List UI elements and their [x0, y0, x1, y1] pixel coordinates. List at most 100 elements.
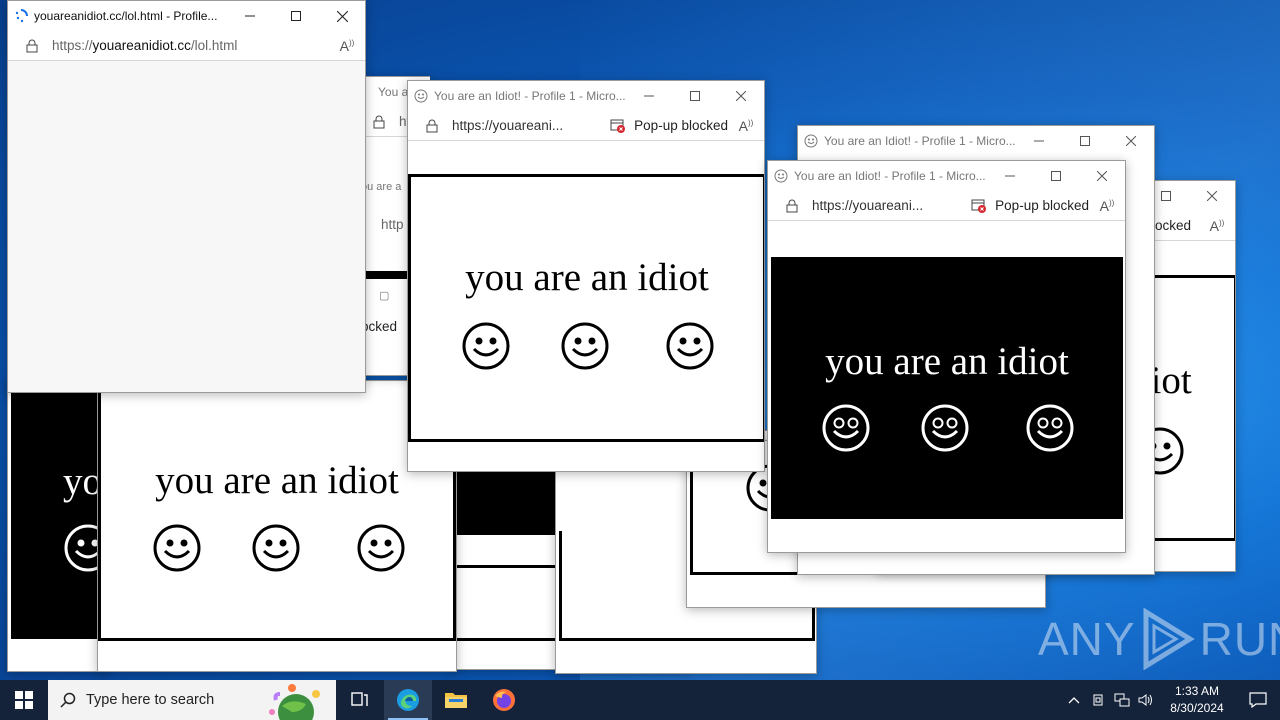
play-logo-icon: [1143, 608, 1195, 670]
popup-window-center[interactable]: You are an Idiot! - Profile 1 - Micro...…: [407, 80, 765, 472]
taskbar-edge-button[interactable]: [384, 680, 432, 720]
close-button[interactable]: [319, 1, 365, 31]
taskbar-search-box[interactable]: Type here to search: [48, 680, 336, 720]
title-bar[interactable]: You are an Idiot! - Profile 1 - Micro...: [798, 126, 1154, 156]
smiley-favicon-icon: [774, 169, 788, 183]
frame-fragment: [454, 565, 560, 641]
windows-logo-icon: [15, 691, 33, 709]
lock-icon: [786, 199, 798, 212]
network-icon: [1114, 693, 1130, 707]
read-aloud-icon[interactable]: A)): [728, 118, 764, 134]
folder-icon: [445, 693, 467, 708]
maximize-button[interactable]: [273, 1, 319, 31]
smiley-icon: [561, 322, 609, 370]
message-text: you are an idiot: [155, 459, 399, 502]
smiley-icon: [252, 524, 300, 572]
minimize-button[interactable]: [227, 1, 273, 31]
message-frame: you are an idiot: [408, 174, 764, 442]
popup-blocked-icon: [610, 119, 626, 133]
url-text: https://youareani...: [812, 198, 924, 213]
smiley-icon: [153, 524, 201, 572]
popup-blocked-icon: [971, 199, 987, 213]
maximize-button[interactable]: [1062, 126, 1108, 156]
close-button[interactable]: [1108, 126, 1154, 156]
lock-icon: [373, 115, 385, 128]
network-button[interactable]: [1110, 680, 1134, 720]
address-bar[interactable]: https://youareanidiot.cc/lol.html A)): [8, 31, 365, 61]
search-placeholder: Type here to search: [86, 692, 215, 708]
title-bar[interactable]: You are an Idiot! - Profile 1 - Micro...: [408, 81, 764, 111]
clock-date: 8/30/2024: [1170, 701, 1224, 715]
smiley-favicon-icon: [804, 134, 818, 148]
speaker-icon: [1138, 694, 1152, 706]
main-browser-window[interactable]: youareanidiot.cc/lol.html - Profile... h…: [7, 0, 366, 393]
address-bar[interactable]: https://youareani... Pop-up blocked A)): [768, 191, 1125, 221]
minimize-button[interactable]: [987, 161, 1033, 191]
smiley-icon: [1026, 404, 1074, 452]
minimize-button[interactable]: [626, 81, 672, 111]
system-tray: 1:33 AM 8/30/2024: [1062, 680, 1280, 720]
popup-window-left-back[interactable]: yo: [7, 380, 107, 672]
clock[interactable]: 1:33 AM 8/30/2024: [1158, 683, 1236, 717]
title-bar[interactable]: youareanidiot.cc/lol.html - Profile...: [8, 1, 365, 31]
lock-icon: [426, 119, 438, 132]
message-frame: you are an idiot: [771, 257, 1123, 519]
task-view-button[interactable]: [336, 680, 384, 720]
search-icon: [60, 692, 76, 708]
popup-blocked-label: Pop-up blocked: [995, 198, 1089, 213]
address-bar[interactable]: https://youareani... Pop-up blocked A)): [408, 111, 764, 141]
loading-spinner-icon: [15, 9, 28, 23]
smiley-icon: [666, 322, 714, 370]
window-title: You are an Idiot! - Profile 1 - Micro...: [434, 89, 626, 103]
message-frame: you are an idiot: [98, 381, 456, 641]
taskbar-file-explorer-button[interactable]: [432, 680, 480, 720]
tray-device-icon[interactable]: [1086, 680, 1110, 720]
title-bar[interactable]: You are an Idiot! - Profile 1 - Micro...: [768, 161, 1125, 191]
url-text: https://youareani...: [452, 118, 564, 133]
volume-button[interactable]: [1134, 680, 1158, 720]
maximize-button[interactable]: ▢: [379, 289, 389, 302]
notifications-button[interactable]: [1236, 680, 1280, 720]
edge-icon: [397, 689, 419, 711]
message-text: you are an idiot: [465, 256, 709, 299]
popup-blocked-label[interactable]: ocked: [361, 319, 397, 334]
smiley-icon: [921, 404, 969, 452]
smiley-icon: [357, 524, 405, 572]
close-button[interactable]: [718, 81, 764, 111]
start-button[interactable]: [0, 680, 48, 720]
smiley-icon: [462, 322, 510, 370]
window-title: youareanidiot.cc/lol.html - Profile...: [34, 9, 218, 23]
firefox-icon: [493, 689, 515, 711]
anyrun-watermark: ANY RUN: [1038, 608, 1280, 670]
popup-blocked-button[interactable]: Pop-up blocked: [610, 118, 728, 133]
read-aloud-icon[interactable]: A)): [329, 38, 365, 54]
close-button[interactable]: [1079, 161, 1125, 191]
device-icon: [1093, 694, 1103, 706]
read-aloud-icon[interactable]: A)): [1089, 198, 1125, 214]
window-title: You are an Idiot! - Profile 1 - Micro...: [794, 169, 986, 183]
clock-time: 1:33 AM: [1174, 684, 1220, 698]
message-frame: yo: [11, 381, 105, 639]
task-view-icon: [351, 692, 368, 706]
popup-blocked-button[interactable]: Pop-up blocked: [971, 198, 1089, 213]
window-title: You are an Idiot! - Profile 1 - Micro...: [824, 134, 1016, 148]
minimize-button[interactable]: [1016, 126, 1062, 156]
taskbar-firefox-button[interactable]: [480, 680, 528, 720]
maximize-button[interactable]: [672, 81, 718, 111]
close-button[interactable]: [1189, 181, 1235, 211]
message-text: you are an idiot: [825, 340, 1069, 383]
popup-blocked-label: Pop-up blocked: [634, 118, 728, 133]
taskbar: Type here to search 1:33 AM 8/30/2024: [0, 680, 1280, 720]
chevron-up-icon: [1068, 697, 1080, 704]
smiley-favicon-icon: [414, 89, 428, 103]
read-aloud-icon[interactable]: A)): [1199, 218, 1235, 234]
popup-window-left-middle[interactable]: you are an idiot: [97, 380, 457, 672]
show-hidden-icons-button[interactable]: [1062, 680, 1086, 720]
popup-window-right-front[interactable]: You are an Idiot! - Profile 1 - Micro...…: [767, 160, 1126, 553]
smiley-icon: [822, 404, 870, 452]
notification-icon: [1249, 692, 1267, 708]
search-highlight-globe-icon: [269, 684, 320, 720]
maximize-button[interactable]: [1033, 161, 1079, 191]
url-text: https://youareanidiot.cc/lol.html: [52, 38, 238, 53]
page-content: [8, 61, 365, 392]
